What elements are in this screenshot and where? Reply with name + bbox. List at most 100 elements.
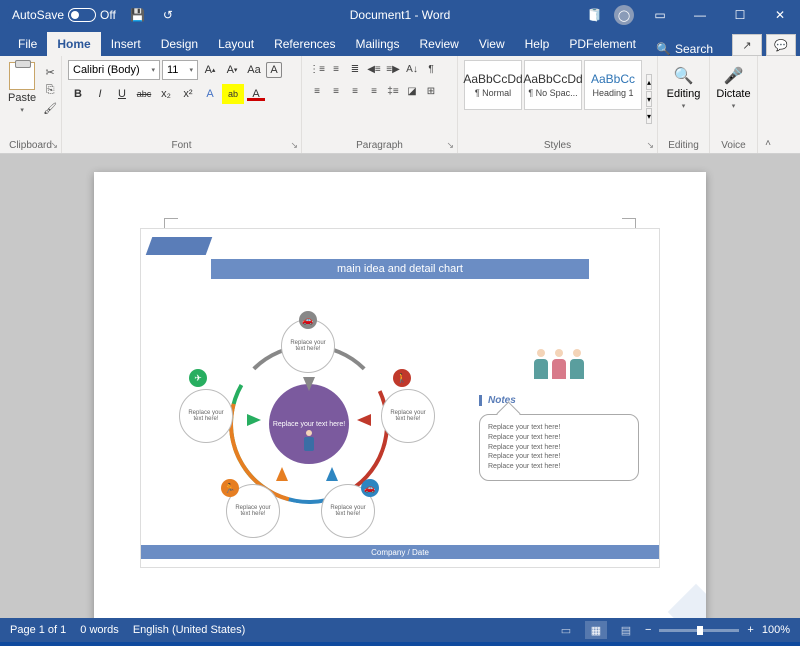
bold-button[interactable]: B [68, 84, 88, 104]
language-indicator[interactable]: English (United States) [133, 624, 246, 636]
underline-button[interactable]: U [112, 84, 132, 104]
styles-gallery-scroll[interactable]: ▴ ▾ ▾ [646, 60, 652, 138]
style-normal[interactable]: AaBbCcDd ¶ Normal [464, 60, 522, 110]
scroll-down-icon[interactable]: ▾ [646, 91, 652, 107]
align-left-button[interactable]: ≡ [308, 82, 326, 100]
clipboard-group: Paste ▾ ✂ ⎘ 🖌 Clipboard ↘ [0, 56, 62, 153]
style-heading1[interactable]: AaBbCc Heading 1 [584, 60, 642, 110]
decrease-indent-button[interactable]: ◀≡ [365, 60, 383, 78]
search-label: Search [675, 42, 713, 56]
italic-button[interactable]: I [90, 84, 110, 104]
account-icon[interactable]: ◯ [614, 5, 634, 25]
title-bar: AutoSave Off 💾 ↺ Document1 - Word 🧻 ◯ ▭ … [0, 0, 800, 30]
copy-button[interactable]: ⎘ [42, 82, 58, 98]
notes-bubble: Replace your text here! Replace your tex… [479, 414, 639, 481]
smartart-chart[interactable]: main idea and detail chart Replace your … [140, 228, 660, 568]
maximize-button[interactable]: ☐ [720, 0, 760, 30]
zoom-in-button[interactable]: + [747, 624, 753, 636]
styles-group-label: Styles [464, 138, 651, 151]
shading-button[interactable]: ◪ [403, 82, 421, 100]
tab-help[interactable]: Help [515, 32, 560, 56]
search-button[interactable]: 🔍 Search [646, 42, 723, 56]
expand-gallery-icon[interactable]: ▾ [646, 108, 652, 124]
tab-design[interactable]: Design [151, 32, 208, 56]
editing-button[interactable]: 🔍 Editing ▾ [664, 60, 703, 110]
numbering-button[interactable]: ≡ [327, 60, 345, 78]
autosave-toggle[interactable]: AutoSave Off [8, 6, 120, 24]
chevron-down-icon: ▾ [20, 106, 24, 114]
save-icon[interactable]: 💾 [126, 0, 150, 30]
undo-icon[interactable]: ↺ [156, 0, 180, 30]
person-icon [302, 430, 316, 452]
tab-file[interactable]: File [8, 32, 47, 56]
paragraph-launcher-icon[interactable]: ↘ [446, 140, 454, 151]
bullets-button[interactable]: ⋮≡ [308, 60, 326, 78]
font-size-combo[interactable]: 11▾ [162, 60, 198, 80]
notes-panel: Notes Replace your text here! Replace yo… [479, 349, 639, 481]
zoom-slider[interactable] [659, 629, 739, 632]
collapse-ribbon-icon[interactable]: ˄ [765, 138, 771, 149]
multilevel-button[interactable]: ≣ [346, 60, 364, 78]
line-spacing-button[interactable]: ‡≡ [384, 82, 402, 100]
tab-layout[interactable]: Layout [208, 32, 264, 56]
clear-formatting-button[interactable]: A [266, 62, 282, 78]
font-color-button[interactable]: A [246, 84, 266, 104]
tab-home[interactable]: Home [47, 32, 100, 56]
clipboard-launcher-icon[interactable]: ↘ [50, 140, 58, 151]
read-mode-button[interactable]: ▭ [555, 621, 577, 639]
close-button[interactable]: ✕ [760, 0, 800, 30]
subscript-button[interactable]: x₂ [156, 84, 176, 104]
microphone-icon: 🎤 [724, 66, 744, 86]
tab-insert[interactable]: Insert [101, 32, 151, 56]
print-layout-button[interactable]: ▦ [585, 621, 607, 639]
web-layout-button[interactable]: ▤ [615, 621, 637, 639]
tab-mailings[interactable]: Mailings [345, 32, 409, 56]
align-right-button[interactable]: ≡ [346, 82, 364, 100]
style-no-spacing[interactable]: AaBbCcDd ¶ No Spac... [524, 60, 582, 110]
share-button[interactable]: ↗ [732, 34, 762, 56]
borders-button[interactable]: ⊞ [422, 82, 440, 100]
toilet-paper-icon: 🧻 [587, 8, 602, 22]
tab-review[interactable]: Review [409, 32, 468, 56]
minimize-button[interactable]: — [680, 0, 720, 30]
page-indicator[interactable]: Page 1 of 1 [10, 624, 66, 636]
outer-node-right: Replace your text here! [381, 389, 435, 443]
font-group: Calibri (Body)▾ 11▾ A▴ A▾ Aa A B I U abc… [62, 56, 302, 153]
highlight-button[interactable]: ab [222, 84, 244, 104]
chart-title: main idea and detail chart [211, 259, 589, 279]
justify-button[interactable]: ≡ [365, 82, 383, 100]
increase-indent-button[interactable]: ≡▶ [384, 60, 402, 78]
toggle-switch-icon [68, 8, 96, 22]
font-name-combo[interactable]: Calibri (Body)▾ [68, 60, 160, 80]
scroll-up-icon[interactable]: ▴ [646, 74, 652, 90]
document-canvas[interactable]: main idea and detail chart Replace your … [0, 154, 800, 618]
format-painter-button[interactable]: 🖌 [42, 100, 58, 116]
font-launcher-icon[interactable]: ↘ [290, 140, 298, 151]
dictate-button[interactable]: 🎤 Dictate ▾ [716, 60, 751, 110]
cut-button[interactable]: ✂ [42, 64, 58, 80]
styles-group: AaBbCcDd ¶ Normal AaBbCcDd ¶ No Spac... … [458, 56, 658, 153]
tab-references[interactable]: References [264, 32, 345, 56]
show-marks-button[interactable]: ¶ [422, 60, 440, 78]
styles-launcher-icon[interactable]: ↘ [646, 140, 654, 151]
grow-font-button[interactable]: A▴ [200, 60, 220, 80]
comments-button[interactable]: 💬 [766, 34, 796, 56]
tab-view[interactable]: View [469, 32, 515, 56]
voice-group-label: Voice [716, 138, 751, 151]
zoom-out-button[interactable]: − [645, 624, 651, 636]
align-center-button[interactable]: ≡ [327, 82, 345, 100]
paste-button[interactable]: Paste ▾ [6, 60, 38, 138]
strikethrough-button[interactable]: abc [134, 84, 154, 104]
shrink-font-button[interactable]: A▾ [222, 60, 242, 80]
tab-pdfelement[interactable]: PDFelement [559, 32, 646, 56]
zoom-level[interactable]: 100% [762, 624, 790, 636]
superscript-button[interactable]: x² [178, 84, 198, 104]
word-count[interactable]: 0 words [80, 624, 119, 636]
ribbon-display-icon[interactable]: ▭ [640, 0, 680, 30]
paste-icon [9, 62, 35, 90]
text-effects-button[interactable]: A [200, 84, 220, 104]
sort-button[interactable]: A↓ [403, 60, 421, 78]
change-case-button[interactable]: Aa [244, 60, 264, 80]
document-title: Document1 - Word [350, 8, 450, 22]
header-tab-shape [146, 237, 213, 255]
